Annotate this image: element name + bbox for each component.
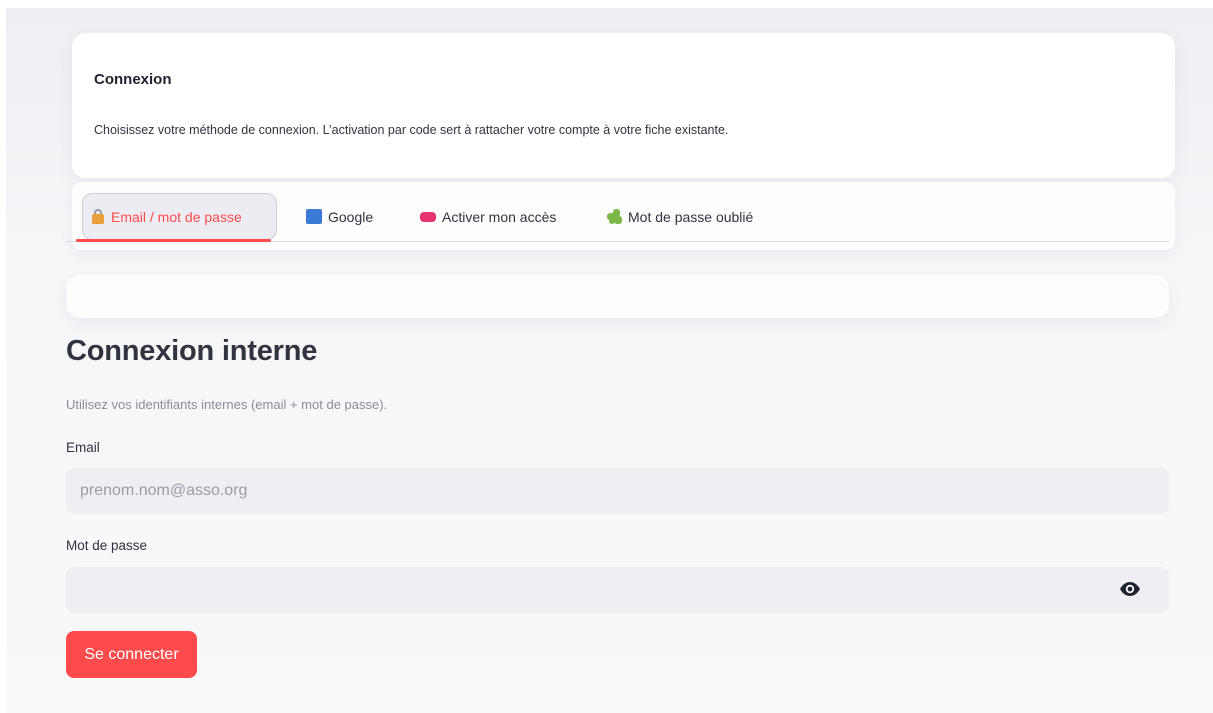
- intro-card-title: Connexion: [94, 71, 172, 88]
- tab-email-password[interactable]: Email / mot de passe: [82, 193, 277, 240]
- email-field[interactable]: [66, 468, 1169, 514]
- password-field[interactable]: [66, 567, 1169, 613]
- tab-label: Mot de passe oublié: [628, 208, 754, 225]
- section-title: Connexion interne: [66, 335, 318, 367]
- tab-activate-access[interactable]: Activer mon accès: [412, 193, 564, 240]
- login-button[interactable]: Se connecter: [66, 631, 197, 678]
- section-subtitle: Utilisez vos identifiants internes (emai…: [66, 397, 388, 412]
- tab-label: Email / mot de passe: [111, 208, 242, 225]
- intro-card-description: Choisissez votre méthode de connexion. L…: [94, 123, 729, 137]
- empty-panel: [66, 275, 1169, 318]
- tab-google[interactable]: Google: [298, 193, 381, 240]
- show-password-icon[interactable]: [1119, 581, 1141, 597]
- pill-icon: [420, 211, 436, 222]
- password-label: Mot de passe: [66, 538, 148, 553]
- book-icon: [306, 209, 322, 224]
- active-tab-indicator: [76, 239, 271, 242]
- tab-label: Google: [328, 208, 374, 225]
- tab-label: Activer mon accès: [442, 208, 557, 225]
- intro-card: Connexion Choisissez votre méthode de co…: [72, 33, 1175, 178]
- puzzle-icon: [607, 209, 622, 224]
- email-label: Email: [66, 440, 100, 455]
- lock-icon: [91, 209, 105, 224]
- tab-forgot-password[interactable]: Mot de passe oublié: [599, 193, 761, 240]
